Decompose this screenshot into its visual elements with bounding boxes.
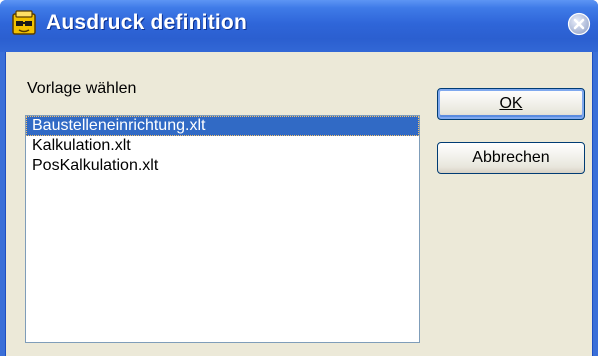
ok-button[interactable]: OK <box>437 88 585 120</box>
title-bar[interactable]: Ausdruck definition <box>0 0 598 52</box>
list-item[interactable]: Kalkulation.xlt <box>26 136 419 156</box>
dialog-window: Ausdruck definition Vorlage wählen Baust… <box>0 0 598 356</box>
list-item[interactable]: PosKalkulation.xlt <box>26 156 419 176</box>
ok-button-label: OK <box>499 95 523 112</box>
app-icon <box>11 10 37 36</box>
window-title: Ausdruck definition <box>46 11 247 34</box>
cancel-button-label: Abbrechen <box>472 149 550 166</box>
cancel-button[interactable]: Abbrechen <box>437 142 585 174</box>
template-listbox[interactable]: Baustelleneinrichtung.xlt Kalkulation.xl… <box>25 115 420 343</box>
list-item[interactable]: Baustelleneinrichtung.xlt <box>26 116 419 136</box>
template-select-label: Vorlage wählen <box>27 80 137 97</box>
close-icon[interactable] <box>567 12 591 36</box>
